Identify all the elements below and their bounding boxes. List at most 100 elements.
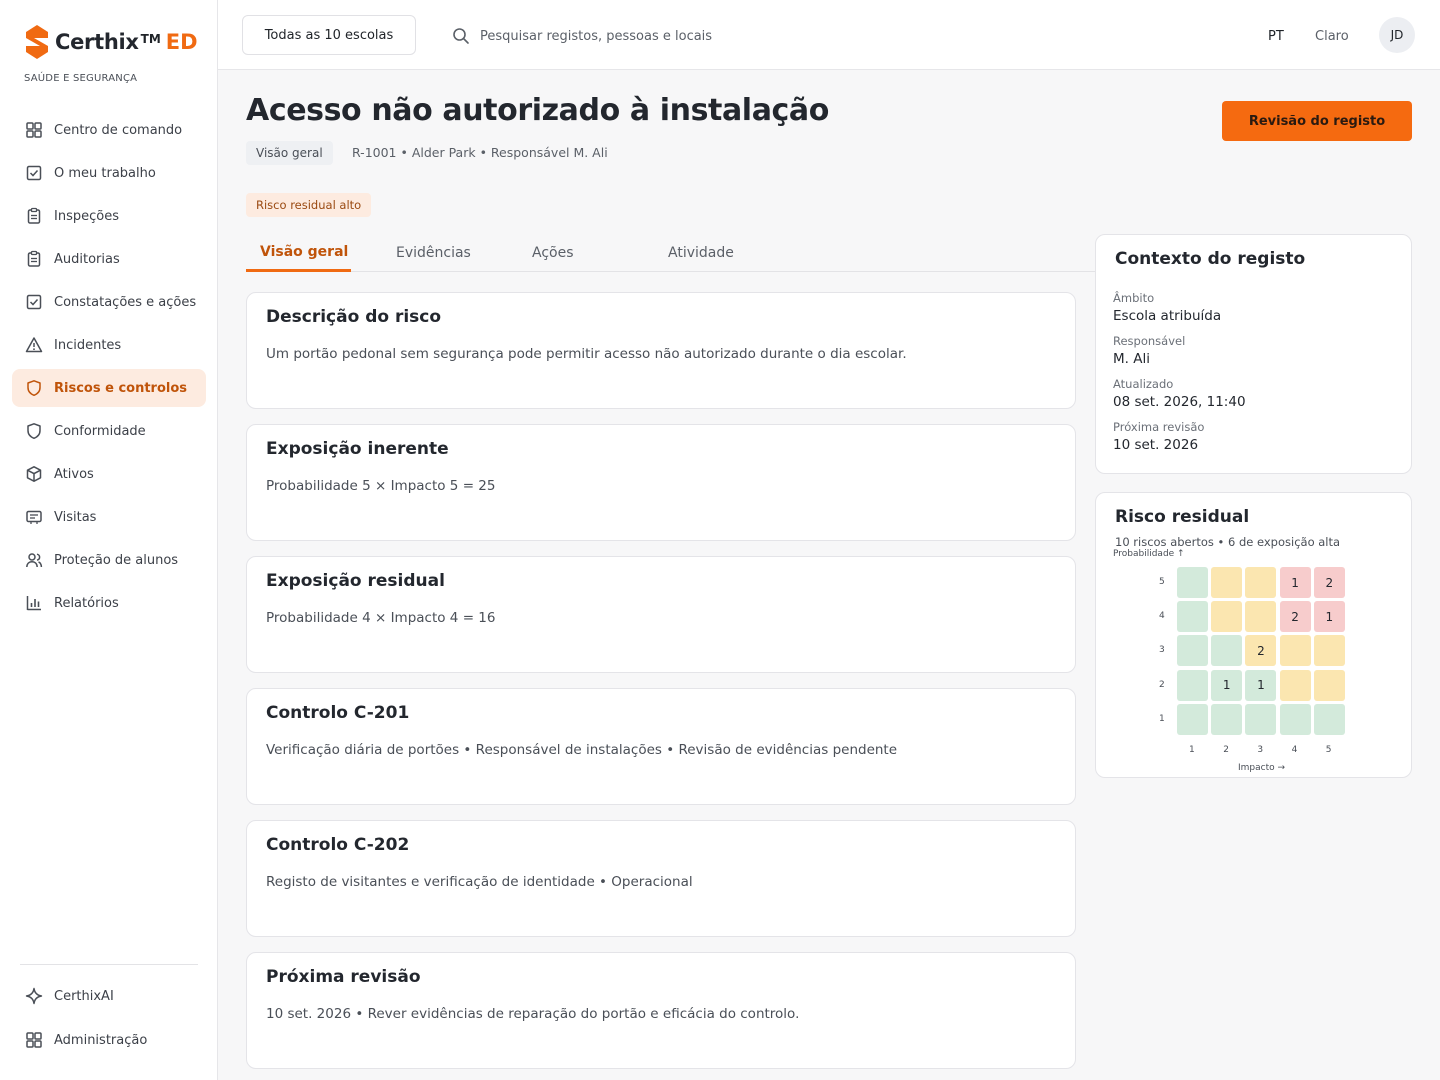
sidebar-item-riscos-e-controlos[interactable]: Riscos e controlos bbox=[12, 369, 206, 407]
heatmap-cell[interactable] bbox=[1177, 635, 1208, 667]
breadcrumb[interactable]: Visão geral bbox=[246, 141, 333, 165]
shield-icon bbox=[24, 378, 44, 398]
residual-exposure-card: Exposição residual Probabilidade 4 × Imp… bbox=[246, 556, 1076, 673]
certhix-logo-icon bbox=[26, 25, 48, 59]
card-body: Verificação diária de portões • Responsá… bbox=[266, 742, 898, 758]
heatmap-cell[interactable] bbox=[1177, 669, 1208, 701]
card-body: Probabilidade 4 × Impacto 4 = 16 bbox=[266, 610, 496, 626]
brand-tagline: SAÚDE E SEGURANÇA bbox=[24, 73, 138, 84]
sidebar-item-label: Auditorias bbox=[54, 251, 120, 267]
id-card-icon bbox=[24, 507, 44, 527]
card-body: 10 set. 2026 • Rever evidências de repar… bbox=[266, 1006, 800, 1022]
panel-title: Risco residual bbox=[1115, 507, 1250, 527]
top-bar: Todas as 10 escolas PT Claro JD bbox=[218, 0, 1440, 70]
heatmap-cell[interactable] bbox=[1245, 601, 1277, 633]
avatar[interactable]: JD bbox=[1379, 17, 1415, 53]
heatmap-cell[interactable] bbox=[1245, 703, 1277, 735]
heatmap-cell[interactable] bbox=[1211, 703, 1243, 735]
sidebar-item-relatorios[interactable]: Relatórios bbox=[12, 584, 206, 622]
tab-bar: Visão geral Evidências Ações Atividade bbox=[246, 234, 1096, 272]
card-body: Um portão pedonal sem segurança pode per… bbox=[266, 346, 907, 362]
heatmap-cell[interactable] bbox=[1313, 703, 1345, 735]
y-axis-label: Probabilidade ↑ bbox=[1113, 549, 1185, 559]
heatmap-cell[interactable]: 2 bbox=[1279, 601, 1311, 633]
tab-activity[interactable]: Atividade bbox=[668, 234, 734, 272]
sidebar-item-visitas[interactable]: Visitas bbox=[12, 498, 206, 536]
card-title: Controlo C-202 bbox=[266, 835, 410, 855]
heatmap-cell[interactable] bbox=[1313, 635, 1345, 667]
heatmap-cell[interactable] bbox=[1177, 567, 1208, 598]
sidebar-item-label: Centro de comando bbox=[54, 122, 183, 138]
next-review-card: Próxima revisão 10 set. 2026 • Rever evi… bbox=[246, 952, 1076, 1069]
card-body: Registo de visitantes e verificação de i… bbox=[266, 874, 693, 890]
sidebar-item-centro-de-comando[interactable]: Centro de comando bbox=[12, 111, 206, 149]
heatmap-cell[interactable]: 1 bbox=[1279, 567, 1311, 598]
heatmap-cell[interactable] bbox=[1279, 669, 1311, 701]
users-icon bbox=[24, 550, 44, 570]
sidebar-item-certhixai[interactable]: CerthixAI bbox=[12, 977, 206, 1015]
heatmap-cell[interactable]: 1 bbox=[1245, 669, 1277, 701]
heatmap-cell[interactable] bbox=[1177, 601, 1208, 633]
grid-icon bbox=[24, 120, 44, 140]
sidebar-item-ativos[interactable]: Ativos bbox=[12, 455, 206, 493]
heatmap-cell[interactable] bbox=[1245, 567, 1277, 598]
sidebar-item-incidentes[interactable]: Incidentes bbox=[12, 326, 206, 364]
x-tick-label: 5 bbox=[1325, 745, 1332, 755]
sparkle-icon bbox=[24, 986, 44, 1006]
sidebar-item-label: Conformidade bbox=[54, 423, 146, 439]
heatmap-cell[interactable] bbox=[1211, 567, 1243, 598]
card-title: Descrição do risco bbox=[266, 307, 442, 327]
search-input[interactable] bbox=[480, 24, 900, 48]
check-square-icon bbox=[24, 292, 44, 312]
review-record-button[interactable]: Revisão do registo bbox=[1222, 101, 1412, 141]
x-tick-label: 1 bbox=[1189, 745, 1195, 755]
y-tick-label: 1 bbox=[1159, 713, 1165, 724]
heatmap-cell[interactable]: 1 bbox=[1313, 601, 1345, 633]
shield-icon bbox=[24, 421, 44, 441]
status-badge: Risco residual alto bbox=[246, 193, 372, 217]
sidebar-item-o-meu-trabalho[interactable]: O meu trabalho bbox=[12, 154, 206, 192]
control-c202-card[interactable]: Controlo C-202 Registo de visitantes e v… bbox=[246, 820, 1076, 937]
heatmap-cell[interactable] bbox=[1211, 601, 1243, 633]
heatmap-cell[interactable] bbox=[1177, 703, 1208, 735]
heatmap-cell[interactable] bbox=[1279, 703, 1311, 735]
panel-title: Contexto do registo bbox=[1115, 249, 1306, 269]
sidebar-item-label: Administração bbox=[54, 1032, 148, 1048]
sidebar-item-constatacoes-e-acoes[interactable]: Constatações e ações bbox=[12, 283, 206, 321]
heatmap-cell[interactable]: 2 bbox=[1313, 567, 1345, 598]
heatmap-cell[interactable]: 1 bbox=[1211, 669, 1243, 701]
heatmap-cell[interactable] bbox=[1279, 635, 1311, 667]
sidebar-item-administracao[interactable]: Administração bbox=[12, 1021, 206, 1059]
scope-label: Âmbito bbox=[1113, 291, 1155, 305]
sidebar-item-conformidade[interactable]: Conformidade bbox=[12, 412, 206, 450]
tab-evidence[interactable]: Evidências bbox=[396, 234, 471, 272]
record-context-panel: Contexto do registo Âmbito Escola atribu… bbox=[1095, 234, 1412, 474]
sidebar-item-label: Ativos bbox=[54, 466, 94, 482]
y-tick-label: 4 bbox=[1159, 611, 1165, 622]
sidebar-item-protecao-de-alunos[interactable]: Proteção de alunos bbox=[12, 541, 206, 579]
theme-toggle[interactable]: Claro bbox=[1315, 29, 1349, 44]
school-selector[interactable]: Todas as 10 escolas bbox=[242, 15, 416, 55]
heatmap-cell[interactable]: 2 bbox=[1245, 635, 1277, 667]
owner-value: M. Ali bbox=[1113, 351, 1150, 367]
heatmap-cell[interactable] bbox=[1211, 635, 1243, 667]
brand-logo[interactable]: Certhix TM ED bbox=[24, 24, 198, 60]
card-title: Exposição inerente bbox=[266, 439, 449, 459]
language-toggle[interactable]: PT bbox=[1268, 29, 1284, 44]
search-icon bbox=[453, 28, 469, 44]
tab-actions[interactable]: Ações bbox=[532, 234, 574, 272]
heatmap-cell[interactable] bbox=[1313, 669, 1345, 701]
sidebar-bottom-nav: CerthixAI Administração bbox=[12, 977, 206, 1065]
sidebar-item-label: Riscos e controlos bbox=[54, 380, 188, 396]
brand-name: Certhix bbox=[55, 30, 139, 54]
bar-chart-icon bbox=[24, 593, 44, 613]
sidebar: Certhix TM ED SAÚDE E SEGURANÇA Centro d… bbox=[0, 0, 218, 1080]
control-c201-card[interactable]: Controlo C-201 Verificação diária de por… bbox=[246, 688, 1076, 805]
y-tick-label: 2 bbox=[1159, 679, 1165, 690]
brand-tm: TM bbox=[140, 32, 161, 46]
tab-overview[interactable]: Visão geral bbox=[246, 234, 351, 272]
sidebar-item-auditorias[interactable]: Auditorias bbox=[12, 240, 206, 278]
card-body: Probabilidade 5 × Impacto 5 = 25 bbox=[266, 478, 496, 494]
warning-icon bbox=[24, 335, 44, 355]
sidebar-item-inspecoes[interactable]: Inspeções bbox=[12, 197, 206, 235]
